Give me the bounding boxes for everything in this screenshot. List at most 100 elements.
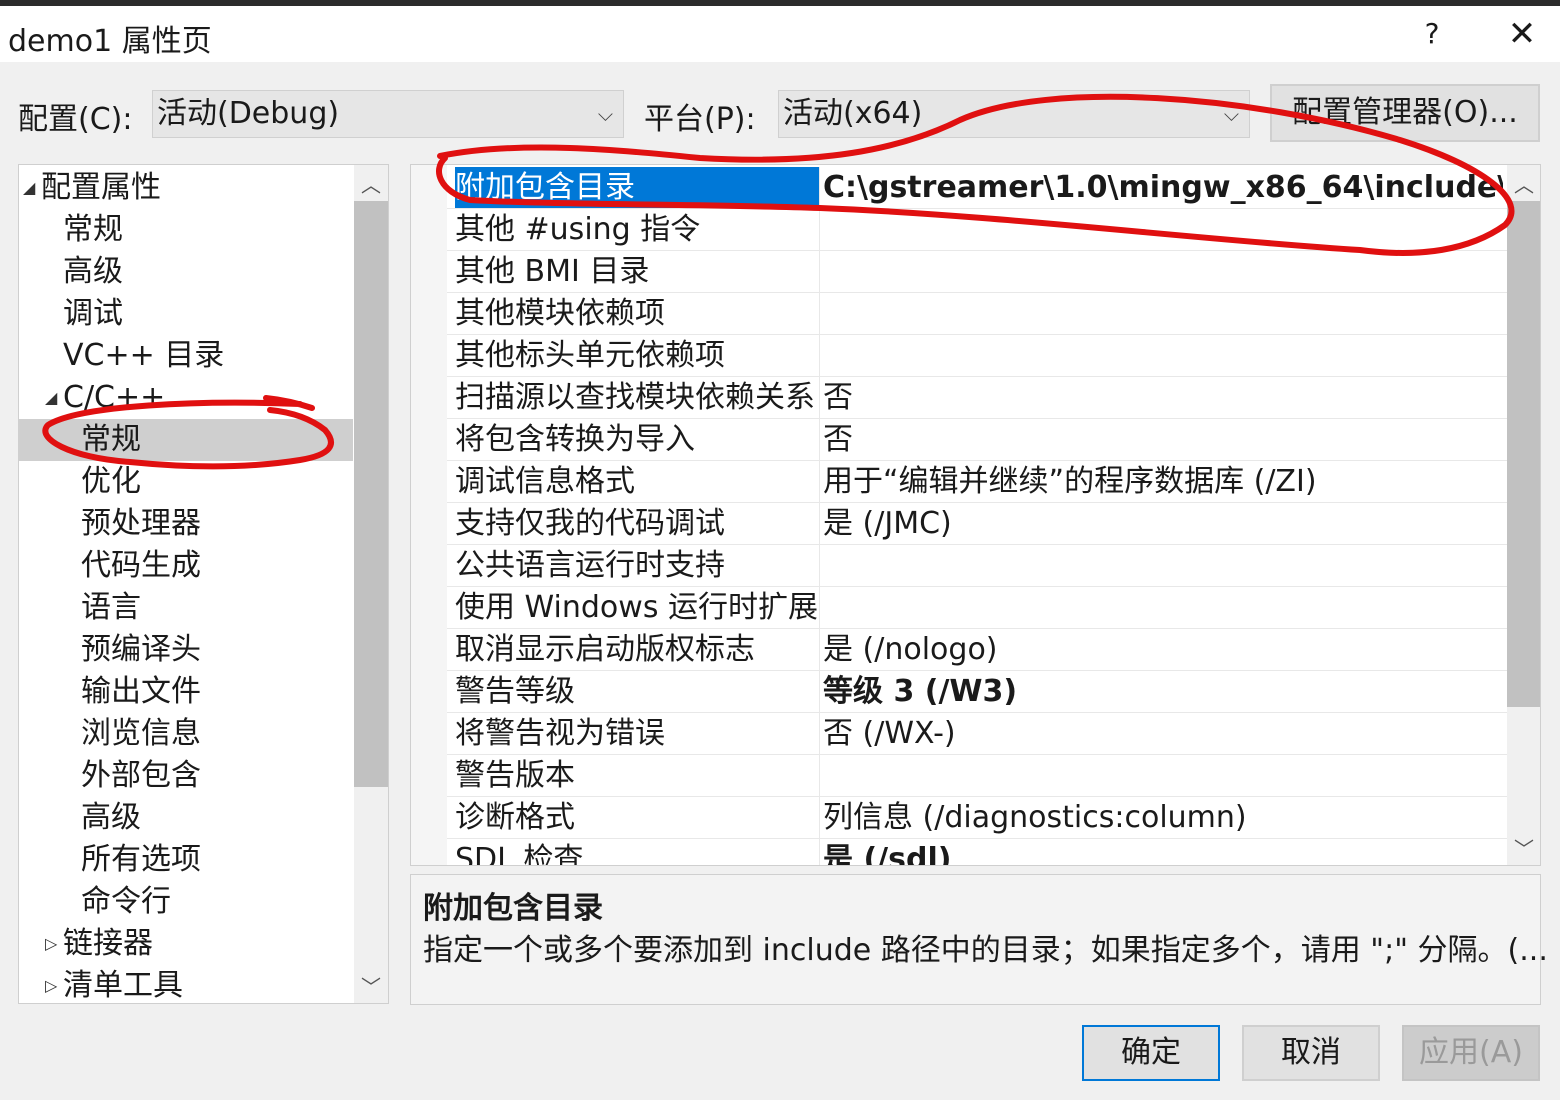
collapse-arrow-icon[interactable]: ◢ [23, 167, 35, 209]
tree-item[interactable]: 调试 [19, 293, 353, 335]
tree-item[interactable]: 高级 [19, 797, 353, 839]
title-bar: demo1 属性页 ? ✕ [0, 6, 1560, 62]
tree-item[interactable]: 浏览信息 [19, 713, 353, 755]
property-grid: 附加包含目录 C:\gstreamer\1.0\mingw_x86_64\incl… [410, 164, 1541, 866]
tree-item[interactable]: 预处理器 [19, 503, 353, 545]
scroll-down-icon[interactable]: ﹀ [354, 971, 388, 1000]
tree-item-label: 外部包含 [81, 758, 201, 793]
config-manager-button[interactable]: 配置管理器(O)... [1270, 84, 1540, 142]
property-row[interactable]: 其他 #using 指令 [447, 209, 1507, 251]
tree-item[interactable]: 外部包含 [19, 755, 353, 797]
property-row[interactable]: 取消显示启动版权标志 是 (/nologo) [447, 629, 1507, 671]
tree-item[interactable]: ◢ C/C++ [19, 377, 353, 419]
property-value[interactable]: C:\gstreamer\1.0\mingw_x86_64\include\g [823, 167, 1503, 208]
scroll-up-icon[interactable]: ︿ [354, 169, 388, 198]
tree-item[interactable]: ◢ 配置属性 [19, 167, 353, 209]
property-value[interactable]: 是 (/nologo) [823, 629, 1503, 670]
property-row[interactable]: 使用 Windows 运行时扩展 [447, 587, 1507, 629]
tree-item[interactable]: 输出文件 [19, 671, 353, 713]
tree-item-label: 常规 [63, 212, 123, 247]
property-value[interactable]: 等级 3 (/W3) [823, 671, 1503, 712]
platform-dropdown[interactable]: 活动(x64) ⌵ [778, 90, 1250, 138]
column-divider [819, 671, 820, 712]
tree-item[interactable]: ▷ 链接器 [19, 923, 353, 965]
collapse-arrow-icon[interactable]: ◢ [45, 377, 57, 419]
grid-scrollbar[interactable]: ︿ ﹀ [1507, 165, 1540, 865]
property-row[interactable]: 警告等级 等级 3 (/W3) [447, 671, 1507, 713]
tree-item[interactable]: 优化 [19, 461, 353, 503]
property-value[interactable] [823, 251, 1503, 292]
property-value[interactable] [823, 755, 1503, 796]
column-divider [819, 251, 820, 292]
property-row[interactable]: 将警告视为错误 否 (/WX-) [447, 713, 1507, 755]
property-row[interactable]: 公共语言运行时支持 [447, 545, 1507, 587]
config-dropdown[interactable]: 活动(Debug) ⌵ [152, 90, 624, 138]
tree-item[interactable]: ▷ 清单工具 [19, 965, 353, 1003]
config-label: 配置(C): [18, 102, 133, 137]
property-name: 支持仅我的代码调试 [455, 506, 725, 541]
property-row[interactable]: 其他模块依赖项 [447, 293, 1507, 335]
cancel-button[interactable]: 取消 [1242, 1025, 1380, 1081]
property-value[interactable] [823, 293, 1503, 334]
tree-item-label: 清单工具 [63, 968, 183, 1003]
tree-item[interactable]: 命令行 [19, 881, 353, 923]
expand-arrow-icon[interactable]: ▷ [45, 965, 57, 1003]
property-name: 其他 #using 指令 [455, 212, 701, 247]
tree-scrollbar[interactable]: ︿ ﹀ [354, 165, 388, 1003]
property-row[interactable]: 其他 BMI 目录 [447, 251, 1507, 293]
ok-button[interactable]: 确定 [1082, 1025, 1220, 1081]
property-value[interactable] [823, 587, 1503, 628]
tree-item-label: 高级 [63, 254, 123, 289]
tree-item[interactable]: 常规 [19, 419, 353, 461]
grid-row-header-strip [411, 165, 447, 865]
tree-item-label: 链接器 [63, 926, 153, 961]
expand-arrow-icon[interactable]: ▷ [45, 923, 57, 965]
column-divider [819, 419, 820, 460]
tree-item[interactable]: 所有选项 [19, 839, 353, 881]
scroll-up-icon[interactable]: ︿ [1507, 169, 1540, 198]
tree-scroll-thumb[interactable] [354, 201, 388, 787]
close-icon[interactable]: ✕ [1500, 14, 1544, 54]
property-value[interactable]: 否 (/WX-) [823, 713, 1503, 754]
tree-item[interactable]: 代码生成 [19, 545, 353, 587]
property-row[interactable]: 诊断格式 列信息 (/diagnostics:column) [447, 797, 1507, 839]
property-value[interactable]: 否 [823, 419, 1503, 460]
property-row[interactable]: SDL 检查 是 (/sdl) [447, 839, 1507, 866]
chevron-down-icon: ⌵ [1223, 102, 1239, 126]
property-value[interactable] [823, 209, 1503, 250]
column-divider [819, 209, 820, 250]
help-button[interactable]: ? [1414, 14, 1450, 54]
property-row[interactable]: 扫描源以查找模块依赖关系否 [447, 377, 1507, 419]
chevron-down-icon: ⌵ [597, 102, 613, 126]
grid-scroll-thumb[interactable] [1507, 201, 1540, 707]
property-name: 扫描源以查找模块依赖关系 [455, 380, 815, 415]
tree-item-label: 预编译头 [81, 632, 201, 667]
property-name: 取消显示启动版权标志 [455, 632, 755, 667]
tree-item[interactable]: 预编译头 [19, 629, 353, 671]
window-title: demo1 属性页 [8, 24, 212, 59]
property-value[interactable]: 是 (/JMC) [823, 503, 1503, 544]
tree-item-label: 语言 [81, 590, 141, 625]
property-row[interactable]: 附加包含目录 C:\gstreamer\1.0\mingw_x86_64\incl… [447, 167, 1507, 209]
property-value[interactable]: 是 (/sdl) [823, 839, 1503, 865]
property-row[interactable]: 支持仅我的代码调试 是 (/JMC) [447, 503, 1507, 545]
scroll-down-icon[interactable]: ﹀ [1507, 833, 1540, 862]
description-panel: 附加包含目录 指定一个或多个要添加到 include 路径中的目录；如果指定多个… [410, 874, 1548, 1005]
property-name: SDL 检查 [455, 842, 584, 866]
tree-item[interactable]: 语言 [19, 587, 353, 629]
column-divider [819, 293, 820, 334]
tree-item[interactable]: 高级 [19, 251, 353, 293]
property-value[interactable]: 用于“编辑并继续”的程序数据库 (/ZI) [823, 461, 1503, 502]
tree-item[interactable]: VC++ 目录 [19, 335, 353, 377]
apply-button[interactable]: 应用(A) [1402, 1025, 1540, 1081]
property-value[interactable]: 否 [823, 377, 1503, 418]
property-value[interactable] [823, 545, 1503, 586]
property-value[interactable] [823, 335, 1503, 376]
property-row[interactable]: 将包含转换为导入 否 [447, 419, 1507, 461]
property-row[interactable]: 其他标头单元依赖项 [447, 335, 1507, 377]
property-row[interactable]: 警告版本 [447, 755, 1507, 797]
property-row[interactable]: 调试信息格式 用于“编辑并继续”的程序数据库 (/ZI) [447, 461, 1507, 503]
property-name: 警告版本 [455, 758, 575, 793]
tree-item[interactable]: 常规 [19, 209, 353, 251]
property-value[interactable]: 列信息 (/diagnostics:column) [823, 797, 1503, 838]
